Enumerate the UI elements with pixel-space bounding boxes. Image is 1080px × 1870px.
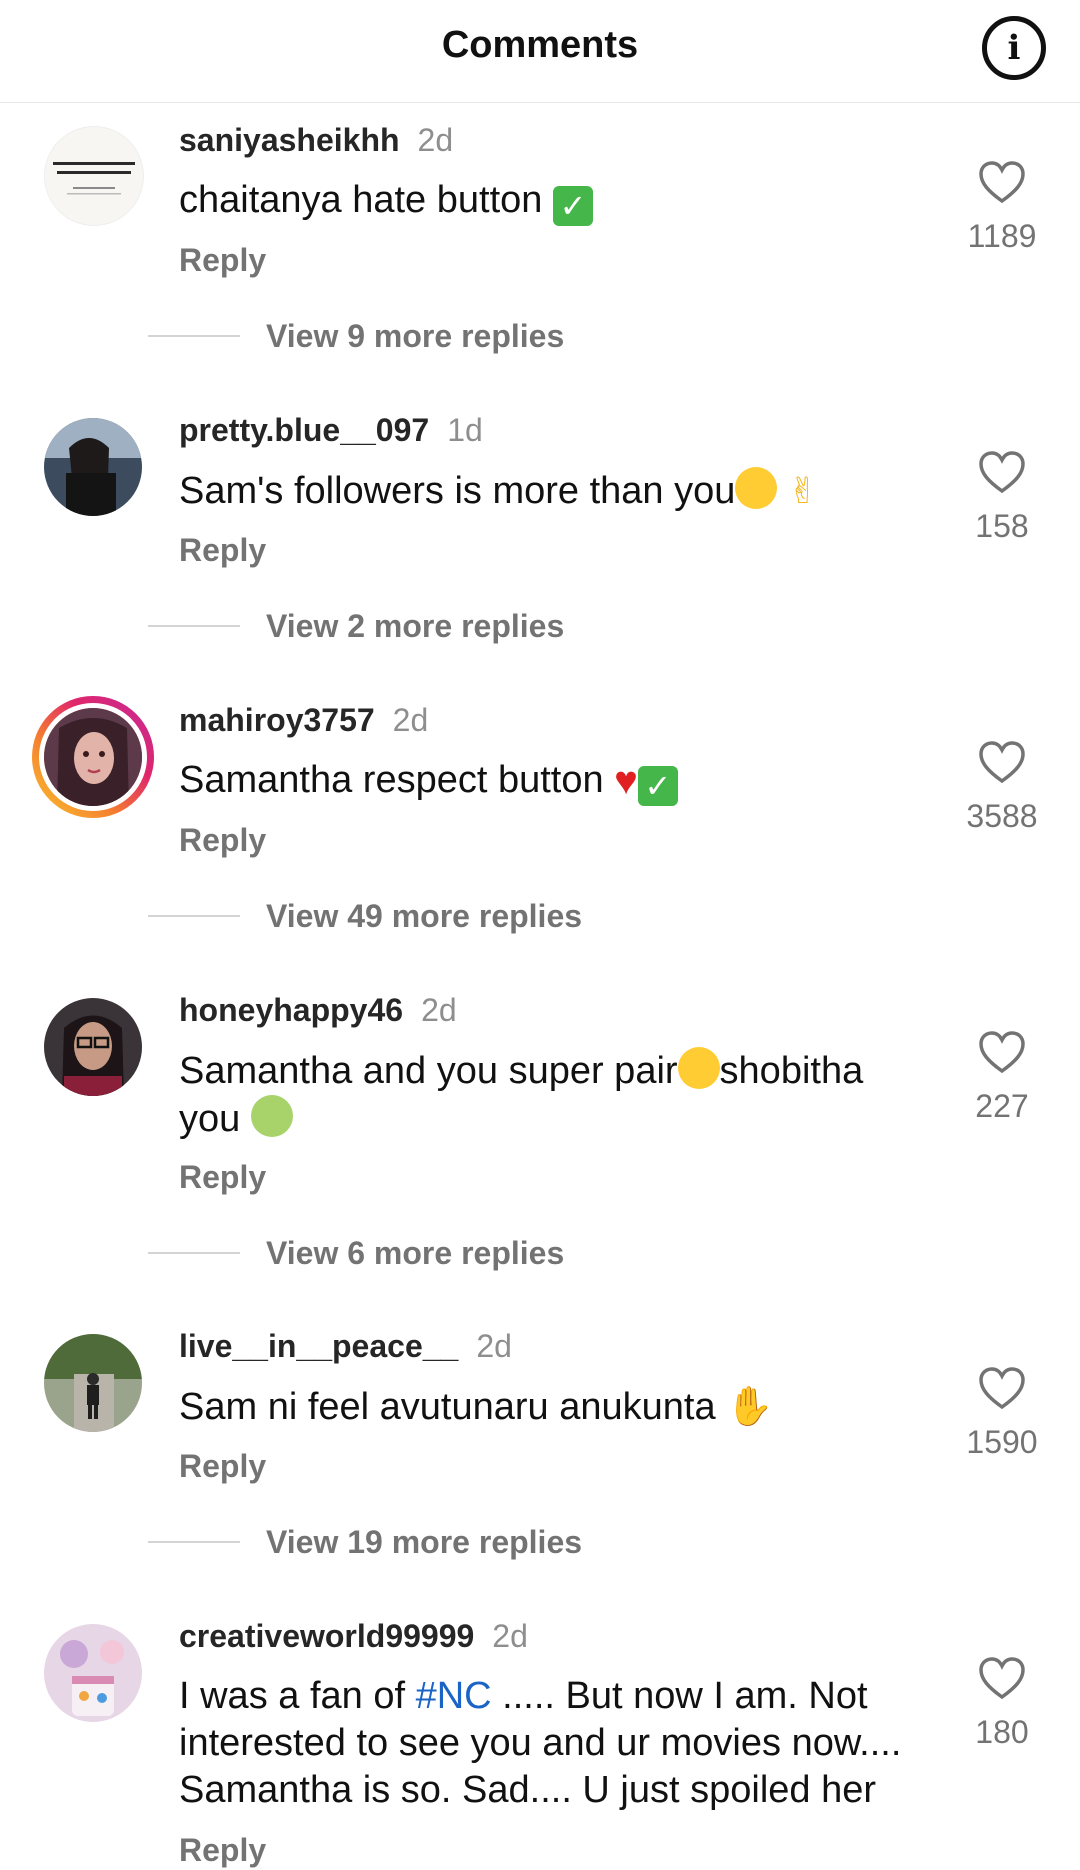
comment-body: Samantha respect button [179, 759, 604, 801]
username[interactable]: honeyhappy46 [179, 992, 403, 1028]
avatar-image [44, 998, 142, 1096]
avatar-image [44, 1624, 142, 1722]
comment-meta: saniyasheikhh 2d [179, 120, 453, 160]
heart-icon [979, 161, 1025, 204]
laughing-tears-emoji [735, 467, 778, 509]
heart-eyes-emoji [677, 1047, 720, 1089]
heart-icon [979, 1657, 1025, 1700]
view-more-label: View 19 more replies [266, 1523, 583, 1560]
username[interactable]: saniyasheikhh [179, 122, 400, 158]
like-count: 1590 [966, 1424, 1038, 1460]
reply-button[interactable]: Reply [179, 1446, 266, 1486]
comment-text: I was a fan of #NC ..... But now I am. N… [179, 1673, 919, 1814]
comment-text: Sam ni feel avutunaru anukunta ✋ [179, 1383, 919, 1431]
like-count: 158 [975, 508, 1029, 544]
view-more-label: View 9 more replies [266, 317, 565, 354]
like-button[interactable]: 1189 [950, 160, 1054, 255]
reply-button[interactable]: Reply [179, 1830, 266, 1870]
like-count: 1189 [967, 218, 1037, 254]
comment-body: I was a fan of [179, 1675, 406, 1717]
avatar-story-ring[interactable] [32, 696, 154, 818]
timestamp: 2d [476, 1328, 512, 1364]
comment-body: Sam ni feel avutunaru anukunta [179, 1386, 716, 1428]
heart-icon [979, 741, 1025, 784]
heart-icon [979, 1367, 1025, 1410]
info-button[interactable]: i [982, 16, 1046, 80]
timestamp: 2d [492, 1618, 528, 1654]
view-more-replies[interactable]: View 2 more replies [148, 606, 564, 646]
timestamp: 2d [421, 992, 457, 1028]
comment-body: chaitanya hate button [179, 179, 543, 221]
avatar [39, 703, 147, 811]
like-button[interactable]: 180 [950, 1656, 1054, 1751]
avatar-image [45, 127, 143, 225]
like-count: 3588 [966, 798, 1038, 834]
comment-meta: honeyhappy46 2d [179, 990, 457, 1030]
comment-text: Samantha respect button ♥ ✓ [179, 757, 919, 806]
timestamp: 2d [417, 122, 454, 158]
comment-meta: live__in__peace__ 2d [179, 1326, 512, 1366]
view-more-replies[interactable]: View 6 more replies [148, 1233, 564, 1273]
avatar-image [44, 708, 142, 806]
check-mark-emoji: ✓ [552, 186, 593, 226]
avatar-image [44, 418, 142, 516]
reply-button[interactable]: Reply [179, 1157, 266, 1197]
comment-text: Samantha and you super pair shobitha you [179, 1047, 919, 1143]
view-more-replies[interactable]: View 9 more replies [148, 316, 564, 356]
victory-hand-emoji: ✌ [787, 471, 819, 512]
view-more-label: View 2 more replies [266, 607, 565, 644]
divider-line [148, 335, 240, 337]
comment-meta: pretty.blue__097 1d [179, 410, 483, 450]
hashtag-link[interactable]: #NC [416, 1675, 492, 1717]
comment-meta: mahiroy3757 2d [179, 700, 428, 740]
comment-meta: creativeworld99999 2d [179, 1616, 528, 1656]
username[interactable]: pretty.blue__097 [179, 412, 429, 448]
view-more-replies[interactable]: View 49 more replies [148, 896, 582, 936]
like-button[interactable]: 158 [950, 450, 1054, 545]
heart-icon [979, 1031, 1025, 1074]
divider-line [148, 915, 240, 917]
avatar-image [44, 1334, 142, 1432]
comment-body: Sam's followers is more than you [179, 470, 736, 512]
reply-button[interactable]: Reply [179, 240, 266, 280]
avatar[interactable] [44, 418, 142, 516]
timestamp: 1d [447, 412, 483, 448]
red-heart-emoji: ♥ [614, 759, 638, 803]
comment-body: Samantha and you super pair [179, 1050, 678, 1092]
heart-icon [979, 451, 1025, 494]
comment-text: Sam's followers is more than you ✌ [179, 467, 919, 515]
reply-button[interactable]: Reply [179, 820, 266, 860]
reply-button[interactable]: Reply [179, 530, 266, 570]
avatar[interactable] [44, 1624, 142, 1722]
like-button[interactable]: 227 [950, 1030, 1054, 1125]
view-more-label: View 49 more replies [266, 897, 583, 934]
like-count: 180 [975, 1714, 1029, 1750]
avatar[interactable] [44, 998, 142, 1096]
comment-text: chaitanya hate button ✓ [179, 177, 919, 226]
username[interactable]: live__in__peace__ [179, 1328, 458, 1364]
avatar[interactable] [44, 126, 144, 226]
username[interactable]: mahiroy3757 [179, 702, 375, 738]
info-icon: i [1007, 28, 1021, 68]
timestamp: 2d [392, 702, 429, 738]
raising-hands-emoji: ✋ [726, 1384, 774, 1428]
like-button[interactable]: 1590 [950, 1366, 1054, 1461]
comments-header: Comments i [0, 0, 1080, 103]
check-mark-emoji: ✓ [637, 766, 678, 806]
like-button[interactable]: 3588 [950, 740, 1054, 835]
avatar[interactable] [44, 1334, 142, 1432]
view-more-label: View 6 more replies [266, 1234, 565, 1271]
like-count: 227 [975, 1088, 1029, 1124]
divider-line [148, 625, 240, 627]
nauseated-face-emoji [250, 1095, 293, 1137]
username[interactable]: creativeworld99999 [179, 1618, 474, 1654]
divider-line [148, 1541, 240, 1543]
view-more-replies[interactable]: View 19 more replies [148, 1522, 582, 1562]
page-title: Comments [441, 24, 639, 66]
divider-line [148, 1252, 240, 1254]
